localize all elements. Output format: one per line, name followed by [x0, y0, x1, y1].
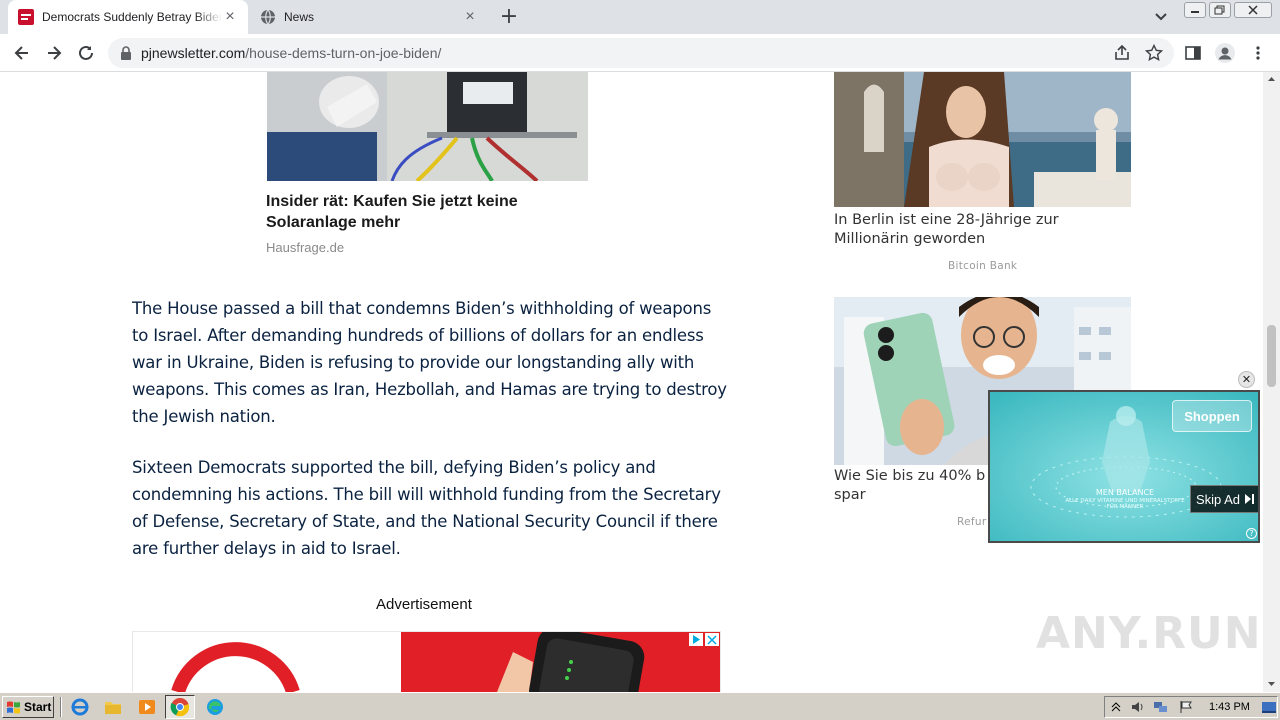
- article-paragraph-1: The House passed a bill that condemns Bi…: [132, 299, 727, 426]
- video-product-text: MEN BALANCE: [1095, 488, 1155, 497]
- bottom-ad-banner[interactable]: [132, 631, 721, 692]
- tab-title: Democrats Suddenly Betray Biden ov: [42, 10, 222, 24]
- browser-toolbar: pjnewsletter.com/house-dems-turn-on-joe-…: [0, 34, 1280, 72]
- back-button[interactable]: [10, 41, 34, 65]
- side-panel-icon: [1185, 46, 1201, 60]
- tab-search-chevron-icon[interactable]: [1151, 8, 1171, 26]
- woman-terrace-photo: [834, 72, 1131, 207]
- taskbar-clock[interactable]: 1:43 PM: [1209, 701, 1250, 713]
- forward-arrow-icon: [48, 46, 62, 60]
- sidebar-image-berlin[interactable]: [834, 72, 1131, 207]
- skip-ad-button[interactable]: Skip Ad: [1190, 485, 1258, 513]
- start-label: Start: [24, 700, 52, 714]
- internet-explorer-icon[interactable]: [70, 697, 90, 717]
- floating-video-ad[interactable]: Shoppen MEN BALANCE ALLE DAILY VITAMINE …: [988, 390, 1260, 543]
- restore-window-button[interactable]: [1209, 2, 1231, 18]
- tab-strip: Democrats Suddenly Betray Biden ov × New…: [0, 0, 1280, 34]
- reload-icon: [79, 45, 93, 60]
- web-page: Insider rät: Kaufen Sie jetzt keine Sola…: [0, 72, 1280, 692]
- video-ad-close-button[interactable]: ✕: [1238, 371, 1255, 388]
- promo-image-solar[interactable]: [267, 72, 588, 181]
- action-center-flag-icon[interactable]: [1179, 700, 1193, 714]
- tray-expand-icon[interactable]: [1111, 701, 1121, 713]
- scroll-down-arrow-icon[interactable]: [1267, 679, 1276, 688]
- system-tray: 1:43 PM: [1104, 696, 1278, 718]
- video-sub-text: ALLE DAILY VITAMINE UND MINERALSTOFFE FÜ…: [1065, 498, 1185, 510]
- forward-button[interactable]: [42, 41, 66, 65]
- promo-source[interactable]: Hausfrage.de: [266, 240, 344, 255]
- show-desktop-icon[interactable]: [1261, 700, 1277, 714]
- article-paragraph-2: Sixteen Democrats supported the bill, de…: [132, 458, 721, 558]
- bookmark-star-icon[interactable]: [1145, 44, 1163, 62]
- promo-title[interactable]: Insider rät: Kaufen Sie jetzt keine Sola…: [266, 191, 596, 233]
- profile-avatar-icon: [1215, 43, 1235, 63]
- side-panel-button[interactable]: [1181, 41, 1205, 65]
- taskbar-separator: [60, 697, 62, 717]
- kebab-menu-icon: [1256, 46, 1260, 60]
- minimize-window-button[interactable]: [1184, 2, 1206, 18]
- skip-next-icon: [1245, 494, 1255, 504]
- tab-close-icon[interactable]: ×: [462, 8, 478, 25]
- tab-title: News: [284, 10, 315, 24]
- sidebar-source-2[interactable]: Refur: [957, 516, 986, 528]
- start-button[interactable]: Start: [2, 696, 54, 718]
- edge-icon[interactable]: [205, 697, 225, 717]
- close-icon: [1248, 5, 1258, 15]
- url-domain: pjnewsletter.com: [141, 45, 246, 61]
- advertisement-label: Advertisement: [376, 596, 472, 613]
- wifi-phone-ad-graphic: [133, 632, 720, 692]
- chrome-icon: [170, 698, 190, 717]
- browser-menu-button[interactable]: [1246, 41, 1270, 65]
- site-favicon-icon: [18, 9, 34, 25]
- globe-icon: [261, 9, 275, 25]
- back-arrow-icon: [14, 46, 28, 60]
- anyrun-watermark: ANY.RUN: [1036, 608, 1262, 659]
- url-path: /house-dems-turn-on-joe-biden/: [245, 45, 442, 61]
- solar-wiring-photo: [267, 72, 588, 181]
- close-window-button[interactable]: [1234, 2, 1272, 18]
- new-tab-plus-icon[interactable]: +: [498, 6, 520, 28]
- ad-help-icon[interactable]: ?: [1246, 528, 1257, 539]
- windows-taskbar: Start 1:43 PM: [0, 692, 1280, 720]
- skip-ad-label: Skip Ad: [1195, 491, 1241, 507]
- shop-button[interactable]: Shoppen: [1172, 400, 1252, 432]
- volume-icon[interactable]: [1131, 700, 1145, 714]
- sidebar-source-1[interactable]: Bitcoin Bank: [948, 260, 1017, 272]
- profile-button[interactable]: [1213, 41, 1237, 65]
- windows-logo-icon: [7, 701, 20, 714]
- tab-news[interactable]: News ×: [250, 0, 488, 34]
- vertical-scrollbar[interactable]: [1263, 72, 1280, 692]
- url-text: pjnewsletter.com/house-dems-turn-on-joe-…: [141, 45, 441, 61]
- minimize-icon: [1191, 11, 1199, 13]
- scroll-up-arrow-icon[interactable]: [1267, 75, 1276, 84]
- share-icon[interactable]: [1113, 44, 1131, 62]
- address-bar[interactable]: pjnewsletter.com/house-dems-turn-on-joe-…: [108, 38, 1174, 68]
- scrollbar-thumb[interactable]: [1267, 325, 1276, 387]
- tab-close-icon[interactable]: ×: [222, 8, 238, 25]
- media-player-icon[interactable]: [137, 697, 157, 717]
- file-explorer-icon[interactable]: [103, 697, 123, 717]
- reload-button[interactable]: [74, 41, 98, 65]
- restore-icon: [1214, 5, 1225, 15]
- lock-icon[interactable]: [120, 46, 132, 60]
- tab-democrats-article[interactable]: Democrats Suddenly Betray Biden ov ×: [8, 0, 248, 34]
- sidebar-caption-1[interactable]: In Berlin ist eine 28-Jährige zur Millio…: [834, 211, 1134, 249]
- network-icon[interactable]: [1153, 700, 1169, 714]
- taskbar-chrome-button[interactable]: [165, 695, 195, 719]
